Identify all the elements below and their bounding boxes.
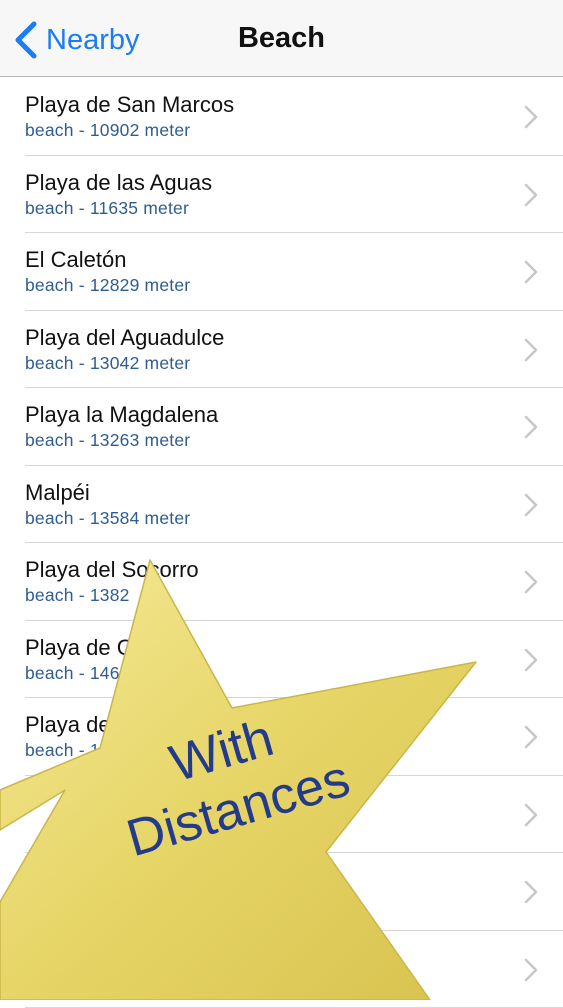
chevron-right-icon [523,725,539,749]
chevron-right-icon [523,880,539,904]
list-item-title: Playa del Aguadulce [25,325,224,351]
list-item[interactable]: Playa de las Aguasbeach - 11635 meter [0,156,563,234]
chevron-right-icon [523,803,539,827]
list-item-title: Playa la Magdalena [25,402,218,428]
list-item-title: El Caletón [25,247,127,273]
list-item[interactable]: Malpéibeach - 13584 meter [0,466,563,544]
list-item[interactable]: Playa del Aguadulcebeach - 13042 meter [0,311,563,389]
list-item-distance: beach - 11635 meter [25,198,189,219]
list-item[interactable]: Playa la Magdalenabeach - 13263 meter [0,388,563,466]
chevron-right-icon [523,415,539,439]
list-item-title: Playa de San Marcos [25,92,234,118]
chevron-right-icon [523,260,539,284]
list-item-title: Playa de las Aguas [25,170,212,196]
chevron-right-icon [523,493,539,517]
chevron-right-icon [523,570,539,594]
list-item-distance: beach - 10902 meter [25,120,190,141]
list-item-title: Playa de [25,712,111,738]
list-item-title: Playa de C [25,635,133,661]
list-item-distance: beach - 13042 meter [25,353,190,374]
list-item[interactable]: El Caletónbeach - 12829 meter [0,233,563,311]
chevron-right-icon [523,105,539,129]
list-item[interactable]: Playa de San Marcosbeach - 10902 meter [0,78,563,156]
chevron-right-icon [523,648,539,672]
list-item-distance: beach - 12829 meter [25,275,190,296]
list-item-distance: beach - 146 [25,663,120,684]
page-title: Beach [0,22,563,55]
list-item[interactable]: Playa del Socorrobeach - 1382 [0,543,563,621]
list-item-title: Malpéi [25,480,90,506]
list-item[interactable]: Playa de Cbeach - 146 [0,621,563,699]
list-item-distance: beach - 13263 meter [25,430,190,451]
list-item-distance: beach - 1382 [25,585,130,606]
list-item-title: Playa L [25,945,98,971]
list-item[interactable]: Playa Lbeach - [0,931,563,1008]
list-item-distance: beach - 13584 meter [25,508,190,529]
chevron-right-icon [523,958,539,982]
list-item[interactable]: beac [0,853,563,931]
chevron-right-icon [523,338,539,362]
list-item-distance: beach - [25,973,85,994]
list-item-distance: beac [25,895,64,916]
list-item-title: Playa del Socorro [25,557,199,583]
chevron-right-icon [523,183,539,207]
beach-list: Playa de San Marcosbeach - 10902 meterPl… [0,78,563,1008]
navigation-bar: Nearby Beach [0,0,563,77]
